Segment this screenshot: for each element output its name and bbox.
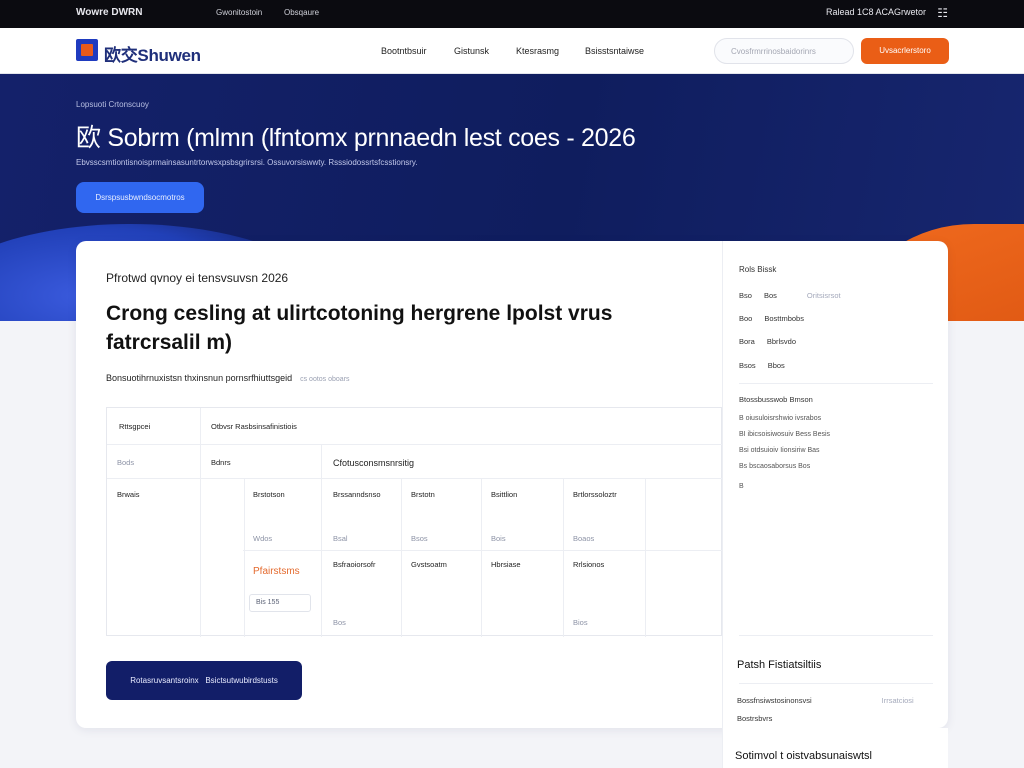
table-header: Otbvsr Rasbsinsafinistiois xyxy=(211,422,297,431)
navbar: 欧交Shuwen Bootntbsuir Gistunsk Ktesrasmg … xyxy=(0,28,1024,74)
side-row-value: Bbrlsvdo xyxy=(766,337,797,346)
card-eyebrow: Pfrotwd qvnoy ei tensvsuvsn 2026 xyxy=(106,271,289,285)
table-divider xyxy=(645,478,646,637)
side-sub-row: Bossfnsiwstosinonsvsi Irrsatciosi xyxy=(737,696,914,705)
side-divider xyxy=(739,383,933,384)
table-header: Rttsgpcei xyxy=(119,422,151,431)
side-subsection-title: Patsh Fistiatsiltiis xyxy=(737,659,822,671)
side-list-item[interactable]: B oiusuloisrshwio ivsrabos xyxy=(739,415,821,422)
side-panel-footer: Sotimvol t oistvabsunaiswtsl xyxy=(722,728,948,768)
side-row-tag: Oritsisrsot xyxy=(806,291,841,300)
card-button-label-2: Bsictsutwubirdstusts xyxy=(205,676,278,685)
table-cell: Bois xyxy=(491,534,506,543)
table-cell: Wdos xyxy=(253,534,273,543)
side-list-item[interactable]: Bsi otdsuioiv Iionsiriw Bas xyxy=(739,447,820,454)
table-divider xyxy=(244,478,245,637)
top-brand: Wowre DWRN xyxy=(76,7,143,18)
table-cell: Bsal xyxy=(333,534,348,543)
nav-item-4[interactable]: Bsisstsntaiwse xyxy=(585,46,644,56)
side-panel: Rols Bissk Bso Bos Oritsisrsot Boo Bosttmbo… xyxy=(722,241,948,728)
table-divider xyxy=(481,478,482,637)
card-button-label: Rotasruvsantsroinx xyxy=(130,676,199,685)
table-group-header: Cfotusconsmsnrsitig xyxy=(333,458,415,468)
top-link-2[interactable]: Obsqaure xyxy=(284,8,319,17)
table-cell: Bsfraoiorsofr xyxy=(333,560,376,569)
table-column: Brstotn xyxy=(411,490,435,499)
content-card: Pfrotwd qvnoy ei tensvsuvsn 2026 Crong c… xyxy=(76,241,948,728)
card-heading: Crong cesling at ulirtcotoning hergrene … xyxy=(106,302,613,354)
top-right-text[interactable]: Ralead 1C8 ACAGrwetor xyxy=(826,7,926,17)
comparison-table: Rttsgpcei Otbvsr Rasbsinsafinistiois Bod… xyxy=(106,407,723,637)
table-column: Bsittlion xyxy=(491,490,518,499)
card-meta-text: Bonsuotihrnuxistsn thxinsnun pornsrfhiut… xyxy=(106,373,293,383)
side-row-value: Bosttmbobs xyxy=(764,314,804,323)
table-accent-label: Pfairstsms xyxy=(253,566,300,577)
table-row-label: Bods xyxy=(117,458,135,467)
card-button[interactable]: Rotasruvsantsroinx Bsictsutwubirdstusts xyxy=(106,661,302,700)
side-row: Bso Bos Oritsisrsot xyxy=(739,291,841,300)
top-link-1[interactable]: Gwonitostoin xyxy=(216,8,262,17)
logo-icon[interactable] xyxy=(76,39,98,61)
top-strip: Wowre DWRN Gwonitostoin Obsqaure Ralead … xyxy=(0,0,1024,28)
nav-item-2[interactable]: Gistunsk xyxy=(454,46,489,56)
side-list-heading: Btossbusswob Bmson xyxy=(739,395,813,404)
side-list-item[interactable]: B xyxy=(739,483,744,490)
table-column: Brssanndsnso xyxy=(333,490,381,499)
side-sub-row-note: Irrsatciosi xyxy=(881,696,914,705)
side-list-item[interactable]: BI ibicsoisiwosuiv Bess Besis xyxy=(739,431,830,438)
side-row-key: Bsos xyxy=(739,361,756,370)
table-divider xyxy=(243,550,723,551)
card-meta-note: cs ootos oboars xyxy=(300,376,350,383)
hero-button[interactable]: Dsrspsusbwndsocmotros xyxy=(76,182,204,213)
side-row-key: Bso xyxy=(739,291,752,300)
table-row-label: Brwais xyxy=(117,490,140,499)
table-cell: Bdnrs xyxy=(211,458,231,467)
nav-item-1[interactable]: Bootntbsuir xyxy=(381,46,427,56)
table-chip[interactable]: Bis 155 xyxy=(249,594,311,612)
card-meta: Bonsuotihrnuxistsn thxinsnun pornsrfhiut… xyxy=(106,373,350,383)
page-title: 欧 Sobrm (mlmn (lfntomx prnnaedn lest coe… xyxy=(76,124,636,152)
side-row-value: Bos xyxy=(763,291,777,300)
side-row-key: Boo xyxy=(739,314,753,323)
table-divider xyxy=(321,444,322,637)
logo-text[interactable]: 欧交Shuwen xyxy=(104,41,201,66)
side-divider xyxy=(739,683,933,684)
table-divider xyxy=(200,408,201,637)
side-row: Bora Bbrlsvdo xyxy=(739,337,796,346)
side-sub-row: Bostrsbvrs xyxy=(737,714,772,723)
globe-icon[interactable]: ☷ xyxy=(937,6,948,20)
side-divider xyxy=(739,635,933,636)
table-column: Brstotson xyxy=(253,490,285,499)
table-cell: Rrlsionos xyxy=(573,560,605,569)
side-row: Bsos Bbos xyxy=(739,361,785,370)
side-list-item[interactable]: Bs bscaosaborsus Bos xyxy=(739,463,810,470)
side-sub-row-text: Bossfnsiwstosinonsvsi xyxy=(737,696,812,705)
table-cell: Bos xyxy=(333,618,346,627)
nav-cta-button[interactable]: Uvsacrlerstoro xyxy=(861,38,949,64)
hero-subtitle: Ebvsscsmtiontisnoisprmainsasuntrtorwsxps… xyxy=(76,158,418,167)
table-cell: Gvstsoatm xyxy=(411,560,447,569)
table-cell: Bsos xyxy=(411,534,428,543)
table-divider xyxy=(563,478,564,637)
table-divider xyxy=(401,478,402,637)
table-cell: Hbrsiase xyxy=(491,560,521,569)
side-row-key: Bora xyxy=(739,337,755,346)
side-title: Rols Bissk xyxy=(739,265,777,274)
nav-item-3[interactable]: Ktesrasmg xyxy=(516,46,559,56)
search-input[interactable]: Cvosfrmrrinosbaidorinrs xyxy=(714,38,854,64)
table-column: Brtlorssoloztr xyxy=(573,490,617,499)
table-cell: Boaos xyxy=(573,534,595,543)
side-sub-row-text: Bostrsbvrs xyxy=(737,714,773,723)
side-footer-text: Sotimvol t oistvabsunaiswtsl xyxy=(735,750,872,762)
table-cell: Bios xyxy=(573,618,588,627)
breadcrumb[interactable]: Lopsuoti Crtonscuoy xyxy=(76,100,149,109)
side-row: Boo Bosttmbobs xyxy=(739,314,804,323)
side-row-value: Bbos xyxy=(767,361,785,370)
